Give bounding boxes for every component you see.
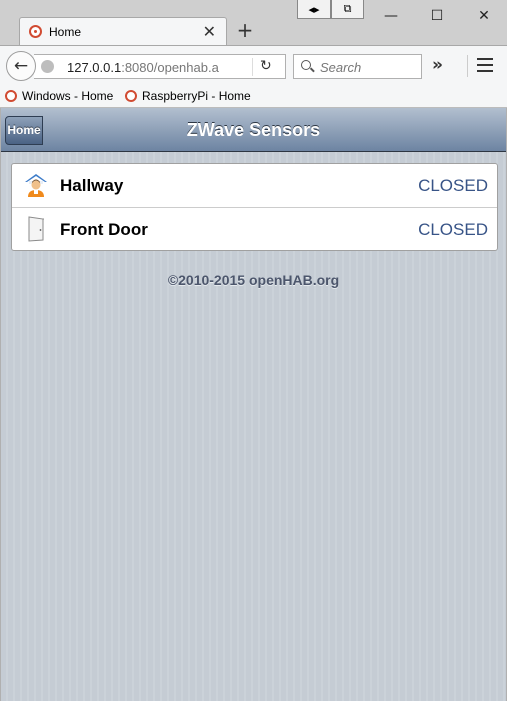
back-arrow-icon: ←: [13, 56, 29, 76]
page-toolbar: ZWave Sensors Home: [1, 108, 506, 152]
url-text[interactable]: 127.0.0.1:8080/openhab.a: [67, 60, 224, 75]
snap-control-button[interactable]: ⧉: [331, 0, 364, 19]
sensor-state: CLOSED: [418, 176, 488, 195]
reload-icon[interactable]: ↻: [260, 58, 272, 74]
page-content: ZWave Sensors Home Hallway CLOSED Front …: [0, 108, 507, 701]
openhab-favicon-icon: [29, 25, 42, 38]
house-person-icon: [25, 174, 47, 197]
toolbar-divider: [467, 55, 468, 77]
url-path: :8080/openhab.a: [121, 60, 219, 75]
sensor-row-front-door[interactable]: Front Door CLOSED: [12, 207, 497, 250]
search-placeholder: Search: [320, 60, 362, 75]
browser-tab[interactable]: Home ✕: [19, 17, 227, 46]
search-input[interactable]: Search: [293, 54, 422, 79]
close-tab-icon[interactable]: ✕: [203, 22, 216, 41]
openhab-favicon-icon: [125, 90, 137, 102]
sensor-row-hallway[interactable]: Hallway CLOSED: [12, 164, 497, 207]
sensor-state: CLOSED: [418, 220, 488, 239]
copyright-footer: ©2010-2015 openHAB.org: [167, 272, 340, 288]
bookmarks-toolbar: Windows - Home RaspberryPi - Home: [0, 85, 507, 108]
url-host: 127.0.0.1: [67, 60, 122, 75]
door-closed-icon: [28, 216, 44, 242]
openhab-favicon-icon: [5, 90, 17, 102]
navigation-bar: 127.0.0.1:8080/openhab.a ↻ ← Search »: [0, 45, 507, 85]
back-button[interactable]: ←: [6, 51, 36, 81]
search-icon: [301, 60, 311, 70]
bookmark-raspberrypi-home[interactable]: RaspberryPi - Home: [125, 89, 251, 103]
minimize-button[interactable]: —: [368, 0, 414, 32]
home-button[interactable]: Home: [5, 116, 43, 145]
sensor-label: Hallway: [60, 176, 124, 195]
sensor-list: Hallway CLOSED Front Door CLOSED: [11, 163, 498, 251]
bookmark-label: RaspberryPi - Home: [142, 89, 251, 103]
maximize-button[interactable]: ☐: [414, 0, 460, 32]
new-tab-button[interactable]: +: [235, 19, 255, 41]
close-window-button[interactable]: ✕: [461, 0, 507, 32]
bookmark-label: Windows - Home: [22, 89, 114, 103]
overflow-chevron-icon[interactable]: »: [432, 55, 443, 75]
url-divider: [252, 58, 253, 76]
window-titlebar: ◂▸ ⧉ — ☐ ✕ Home ✕ +: [0, 0, 507, 46]
sensor-label: Front Door: [60, 220, 148, 239]
page-title: ZWave Sensors: [186, 120, 321, 140]
hamburger-menu-icon[interactable]: [477, 58, 493, 72]
resize-control-button[interactable]: ◂▸: [297, 0, 331, 19]
bookmark-windows-home[interactable]: Windows - Home: [5, 89, 113, 103]
site-info-icon[interactable]: [41, 60, 54, 73]
tab-title: Home: [49, 25, 82, 39]
url-bar[interactable]: 127.0.0.1:8080/openhab.a ↻: [34, 54, 286, 79]
